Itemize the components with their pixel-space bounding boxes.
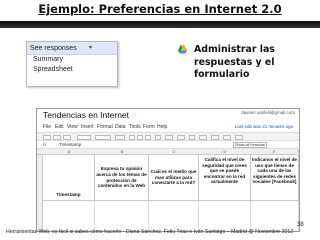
insert-chart-icon[interactable] <box>211 135 219 140</box>
bold-icon[interactable] <box>129 135 135 140</box>
responses-dropdown-header[interactable]: See responses ▾ <box>27 42 117 55</box>
undo-icon[interactable] <box>53 135 61 140</box>
text-color-icon[interactable] <box>145 135 151 140</box>
print-icon[interactable] <box>43 135 51 140</box>
cell-question-opinion[interactable]: Expresa tu opinión acerca de los temas d… <box>95 155 149 201</box>
column-header-e[interactable]: E <box>251 149 297 154</box>
menu-item-spreadsheet[interactable]: Spreadsheet <box>27 65 117 75</box>
slide-title: Ejemplo: Preferencias en Internet 2.0 <box>38 2 282 16</box>
formula-value[interactable]: Timestamp <box>59 142 81 147</box>
align-icon[interactable] <box>165 135 173 140</box>
column-header-b[interactable]: B <box>95 149 149 154</box>
empty-cell[interactable] <box>251 201 299 231</box>
star-icon[interactable]: ☆ <box>131 111 137 119</box>
cell-timestamp[interactable]: Timestamp <box>43 155 95 201</box>
menu-form[interactable]: Form <box>143 124 155 130</box>
strikethrough-icon[interactable] <box>137 135 143 140</box>
responses-dropdown[interactable]: See responses ▾ Summary Spreadsheet <box>26 41 118 87</box>
merge-icon[interactable] <box>177 135 185 140</box>
spreadsheet-title[interactable]: Tendencias en Internet <box>43 110 129 120</box>
see-responses-label: See responses <box>30 45 77 52</box>
wrap-icon[interactable] <box>189 135 195 140</box>
show-all-formulas-button[interactable]: Show all formulas <box>233 142 267 148</box>
toolbar <box>37 132 299 141</box>
sheet-grid: A B C D E F Timestamp Expresa tu opinión… <box>37 149 299 231</box>
currency-format-button[interactable] <box>77 135 91 140</box>
empty-cell[interactable] <box>149 201 199 231</box>
insert-comment-icon[interactable] <box>199 135 207 140</box>
menu-bar: File Edit View Insert Format Data Tools … <box>37 123 299 132</box>
caption-text: Administrar las respuestas y el formular… <box>194 44 275 80</box>
redo-icon[interactable] <box>63 135 71 140</box>
cell-question-redes[interactable]: Indicanos el nivel de uso que tienes de … <box>251 155 299 201</box>
column-header-d[interactable]: D <box>199 149 251 154</box>
column-header-f[interactable]: F <box>295 149 299 154</box>
menu-tools[interactable]: Tools <box>129 124 141 130</box>
empty-cell[interactable] <box>199 201 251 231</box>
column-header-a[interactable]: A <box>43 149 95 154</box>
menu-help[interactable]: Help <box>157 124 167 130</box>
filter-icon[interactable] <box>223 135 231 140</box>
menu-format[interactable]: Format <box>97 124 113 130</box>
column-header-c[interactable]: C <box>149 149 199 154</box>
spreadsheet-screenshot: Tendencias en Internet ☆ davseri.sanfeli… <box>36 108 300 232</box>
menu-insert[interactable]: Insert <box>81 124 94 130</box>
formula-bar[interactable]: fx Timestamp Show all formulas <box>37 141 299 149</box>
user-email: davseri.sanfeli@gmail.com <box>241 110 295 115</box>
fx-icon: fx <box>43 142 47 147</box>
cell-question-medio[interactable]: Cuál es el medio que mas utilizas para c… <box>149 155 199 201</box>
google-drive-icon <box>178 45 187 54</box>
title-rule <box>0 21 320 28</box>
menu-file[interactable]: File <box>43 124 51 130</box>
borders-icon[interactable] <box>155 135 161 140</box>
empty-cell[interactable] <box>95 201 149 231</box>
functions-icon[interactable] <box>235 135 243 140</box>
cell-question-seguridad[interactable]: Califica el nivel de seguridad que crees… <box>199 155 251 201</box>
empty-cell[interactable] <box>43 201 95 231</box>
page-number: 38 <box>297 222 304 228</box>
menu-data[interactable]: Data <box>115 124 126 130</box>
menu-edit[interactable]: Edit <box>55 124 64 130</box>
menu-view[interactable]: View <box>67 124 78 130</box>
slide-footer: Herramientas Web, es fácil si sabes cómo… <box>6 229 294 235</box>
font-dropdown[interactable] <box>95 135 111 140</box>
chevron-down-icon: ▾ <box>89 45 93 51</box>
menu-item-summary[interactable]: Summary <box>27 55 117 65</box>
font-size-dropdown[interactable] <box>115 135 125 140</box>
last-edit-link[interactable]: Last edit was 21 minutes ago <box>235 124 293 129</box>
